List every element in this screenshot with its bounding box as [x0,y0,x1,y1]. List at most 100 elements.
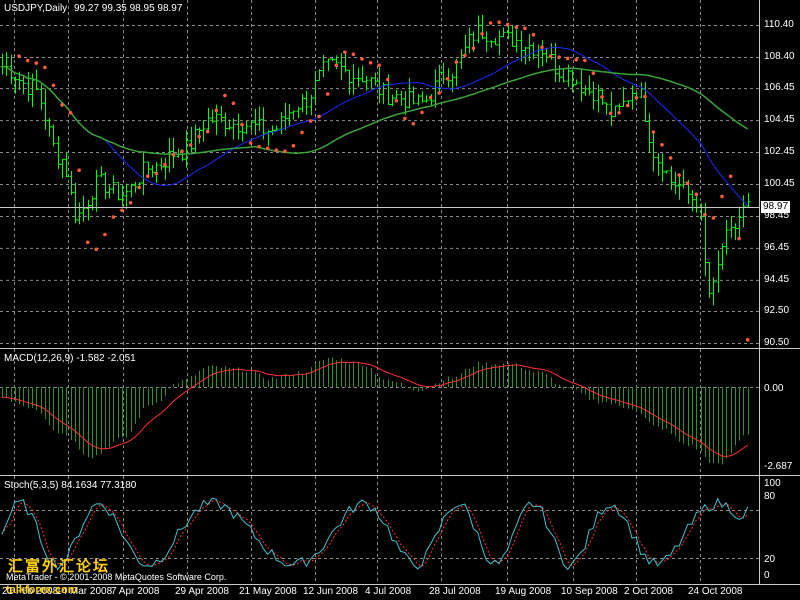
sar-dot [43,65,47,70]
sar-dot [85,240,90,245]
sar-dot [274,148,279,152]
sar-dot [634,96,639,100]
sar-dot [325,92,330,96]
sar-dot [685,181,690,185]
watermark-en: talkforex.com [6,584,78,596]
ohlc-readout: 99.27 99.35 98.95 98.97 [74,3,183,14]
watermark-cn: 汇富外汇论坛 [8,558,111,575]
sar-dot [17,54,21,58]
price-axis-label: 92.50 [764,305,790,317]
sar-dot [643,94,647,99]
sar-dot [548,54,553,58]
sar-dot [120,208,124,213]
sar-dot [248,141,253,145]
sar-dot [583,58,587,63]
sar-dot [531,32,536,37]
ma-slow-line [1,65,749,155]
current-price-tag: 98.97 [761,201,791,213]
date-axis-label: 7 Apr 2008 [111,586,160,597]
date-axis-label: 24 Oct 2008 [688,586,743,597]
sar-dot [291,144,296,148]
sar-dot [411,122,416,126]
sar-dot [488,21,493,25]
date-axis-label: 12 Jun 2008 [303,586,359,597]
sar-dot [471,46,476,50]
sar-dot [188,143,193,147]
date-axis-label: 28 Jul 2008 [429,586,481,597]
price-axis-label: 90.50 [764,337,790,348]
sar-dot [317,114,321,119]
price-axis-label: 94.45 [764,273,790,285]
sar-dot [343,50,347,54]
stoch-label: Stoch(5,3,5) 84.1634 77.3180 [4,480,137,491]
stoch-axis-80: 80 [764,491,776,502]
macd-axis-min: -2.687 [764,461,793,472]
sar-dot [145,174,150,179]
sar-dot [257,144,261,149]
sar-dot [205,129,210,134]
price-chart[interactable] [0,0,800,348]
sar-dot [728,174,733,179]
macd-chart[interactable] [0,349,800,475]
sar-dot [557,55,561,59]
stoch-chart[interactable] [0,476,800,584]
sar-dot [163,162,167,167]
sar-dot [463,53,467,58]
sar-dot [445,77,450,81]
sar-dot [223,93,227,98]
sar-dot [565,56,570,61]
price-axis-label: 104.45 [764,114,795,126]
sar-dot [514,25,519,30]
sar-dot [668,156,673,160]
sar-dot [660,143,664,147]
sar-dot [111,215,116,219]
macd-panel[interactable]: MACD(12,26,9) -1.582 -2.051 [0,349,800,475]
sar-dot [51,83,56,88]
sar-dot [540,45,544,49]
sar-dot [360,57,364,61]
sar-dot [505,22,510,27]
stoch-axis-100: 100 [764,478,781,489]
sar-dot [308,119,313,123]
sar-dot [300,130,304,135]
stoch-panel[interactable]: Stoch(5,3,5) 84.1634 77.3180 [0,476,800,584]
sar-dot [137,185,141,190]
price-axis-label: 110.40 [764,19,794,30]
sar-dot [214,108,219,113]
date-axis-label: 29 Apr 2008 [175,586,229,597]
sar-dot [180,149,184,153]
stoch-axis-0: 0 [764,570,770,581]
date-axis-label: 21 May 2008 [239,586,297,597]
sar-dot [171,153,176,157]
sar-dot [403,116,407,121]
date-axis-label: 19 Aug 2008 [495,586,552,597]
sar-dot [197,134,201,139]
sar-dot [368,61,373,65]
date-axis-label: 10 Sep 2008 [561,586,618,597]
sar-dot [737,236,741,241]
sar-dot [694,192,699,196]
price-axis-label: 102.45 [764,146,795,158]
sar-dot [720,194,724,199]
sar-dot [394,99,399,103]
sar-dot [231,101,236,106]
date-axis-label: 4 Jul 2008 [365,586,412,597]
sar-dot [128,200,133,205]
symbol-label: USDJPY,Daily [4,3,68,14]
sar-dot [523,26,527,31]
sar-dot [617,111,621,115]
sar-dot [94,247,99,252]
sar-dot [240,122,244,127]
sar-dot [677,173,681,177]
sar-dot [608,111,613,115]
sar-dot [651,130,656,134]
sar-dot [60,103,64,107]
sar-dot [437,91,441,95]
sar-dot [68,111,73,115]
sar-dot [480,32,484,36]
sar-dot [703,212,707,217]
macd-label: MACD(12,26,9) -1.582 -2.051 [4,353,136,364]
sar-dot [103,232,107,237]
price-panel[interactable]: USDJPY,Daily 99.27 99.35 98.95 98.97 [0,0,800,348]
sar-dot [497,20,501,25]
